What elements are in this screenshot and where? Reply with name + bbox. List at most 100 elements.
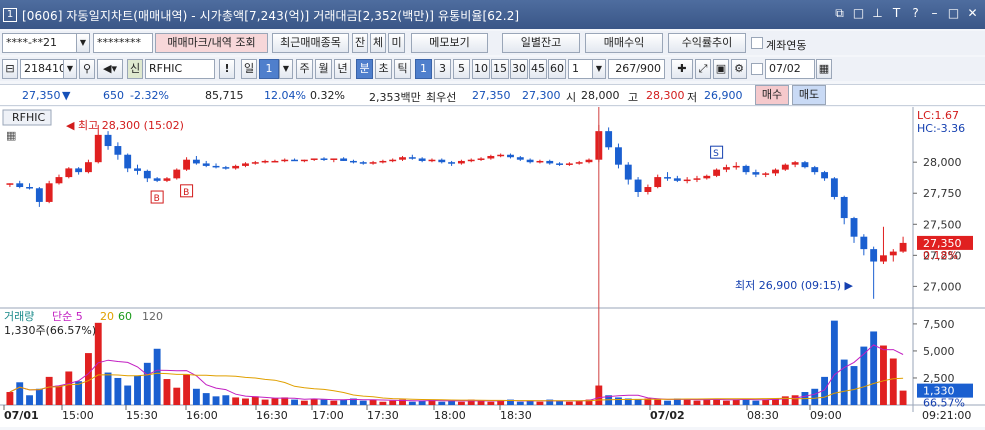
interval-60-button[interactable]: 60	[548, 59, 566, 79]
high-price: 28,300	[646, 89, 685, 102]
candle-body	[821, 172, 829, 179]
buy-button[interactable]: 매수	[755, 85, 789, 105]
volume-bar	[752, 400, 760, 405]
indicator-icon[interactable]: ✚	[671, 59, 693, 79]
volume-bar	[762, 399, 770, 405]
open-price: 28,000	[581, 89, 620, 102]
calendar-icon[interactable]: ▦	[816, 59, 832, 79]
trade-mark-label: B	[183, 188, 189, 198]
interval-1-button[interactable]: 1	[415, 59, 432, 79]
draw-tool-icon[interactable]: ⤢	[695, 59, 711, 79]
window-title: [0606] 자동일지차트(매매내역) - 시가총액[7,243(억)] 거래대…	[22, 9, 520, 23]
close-icon[interactable]: ✕	[966, 6, 979, 21]
volume-bar	[202, 393, 210, 405]
lc-label: LC:1.67	[917, 109, 959, 122]
trade-profit-button[interactable]: 매매수익	[585, 33, 663, 53]
period-minute-button[interactable]: 분	[356, 59, 373, 79]
help-icon[interactable]: ?	[909, 6, 922, 21]
volume-bar	[16, 382, 24, 405]
minimize-icon[interactable]: –	[928, 6, 941, 21]
volume-bar	[850, 366, 858, 405]
font-icon[interactable]: T	[890, 6, 903, 21]
end-time-label: 09:21:00	[922, 409, 971, 422]
pin-icon[interactable]: ⊥	[871, 6, 884, 21]
account-dropdown-icon[interactable]: ▼	[76, 33, 90, 53]
data-range-field[interactable]: 267/900	[608, 59, 665, 79]
balance-button[interactable]: 잔	[352, 33, 368, 53]
date-checkbox[interactable]	[751, 63, 763, 75]
interval-15-button[interactable]: 15	[491, 59, 509, 79]
interval-45-button[interactable]: 45	[529, 59, 547, 79]
candle-body	[104, 134, 112, 147]
interval-10-button[interactable]: 10	[472, 59, 490, 79]
return-trend-button[interactable]: 수익률추이	[668, 33, 746, 53]
candle-body	[722, 167, 730, 170]
candle-body	[693, 178, 701, 180]
maximize-icon[interactable]: □	[947, 6, 960, 21]
period-year-button[interactable]: 년	[334, 59, 351, 79]
search-icon[interactable]: ⚲	[79, 59, 95, 79]
save-icon[interactable]: ▣	[713, 59, 729, 79]
window-new-icon[interactable]: □	[852, 6, 865, 21]
settings-icon[interactable]: ⚙	[731, 59, 747, 79]
candle-body	[153, 178, 161, 181]
period-count-field[interactable]: 1	[259, 59, 279, 79]
price-change-pct: -2.32%	[130, 89, 169, 102]
volume-bar	[242, 398, 249, 405]
low-price: 26,900	[704, 89, 743, 102]
candle-body	[840, 196, 848, 219]
volume-bar	[192, 388, 200, 405]
candle-body	[330, 158, 338, 160]
price-volume-chart[interactable]: 28,00027,75027,50027,25027,000RFHIC▦◀ 최고…	[0, 107, 985, 427]
volume-bar	[300, 400, 308, 405]
volume-bar	[536, 401, 544, 405]
volume-bar	[222, 395, 230, 405]
trade-mark-label: B	[154, 194, 160, 204]
interval-5-button[interactable]: 5	[453, 59, 470, 79]
volume-bar	[261, 399, 269, 405]
candle-body	[801, 162, 809, 168]
period-week-button[interactable]: 주	[296, 59, 313, 79]
volume-bar	[251, 396, 259, 405]
volume-bar	[6, 392, 14, 405]
candle-body	[772, 169, 779, 174]
stock-name-field[interactable]: RFHIC	[145, 59, 215, 79]
period-day-button[interactable]: 일	[241, 59, 257, 79]
speaker-icon[interactable]: ◀▾	[97, 59, 123, 79]
code-search-icon[interactable]: ⊟	[2, 59, 18, 79]
volume-current-label: 1,330주(66.57%)	[4, 324, 96, 337]
volume-bar	[870, 331, 878, 405]
candle-body	[379, 160, 387, 163]
candle-body	[683, 179, 691, 182]
recent-trades-button[interactable]: 최근매매종목	[272, 33, 349, 53]
candle-body	[546, 160, 554, 164]
executed-button[interactable]: 체	[370, 33, 386, 53]
account-link-checkbox[interactable]	[751, 37, 763, 49]
chart-area[interactable]: 28,000 27,750 27,500 27,250 27,000 RFHIC ▦ ◀ 최고…	[0, 107, 985, 427]
code-dropdown-icon[interactable]: ▼	[63, 59, 77, 79]
period-second-button[interactable]: 초	[375, 59, 392, 79]
candle-body	[889, 251, 897, 256]
candle-body	[762, 173, 770, 175]
window-copy-icon[interactable]: ⧉	[833, 6, 846, 21]
interval-30-button[interactable]: 30	[510, 59, 528, 79]
interval-3-button[interactable]: 3	[434, 59, 451, 79]
trade-mark-button[interactable]: 매매마크/내역 조회	[155, 33, 268, 53]
unfilled-button[interactable]: 미	[388, 33, 405, 53]
candle-body	[359, 162, 367, 164]
volume-bar	[379, 401, 387, 405]
period-tick-button[interactable]: 틱	[394, 59, 411, 79]
period-month-button[interactable]: 월	[315, 59, 332, 79]
volume-tick-label: 2,500	[923, 372, 955, 385]
sell-button[interactable]: 매도	[792, 85, 826, 105]
period-dropdown-icon[interactable]: ▼	[279, 59, 293, 79]
memo-button[interactable]: 메모보기	[411, 33, 488, 53]
alert-icon[interactable]: !	[219, 59, 235, 79]
candle-body	[664, 177, 671, 179]
date-field[interactable]: 07/02	[765, 59, 815, 79]
password-field[interactable]: ********	[93, 33, 153, 53]
volume-bar	[35, 388, 43, 405]
daily-balance-button[interactable]: 일별잔고	[502, 33, 580, 53]
interval-dropdown-icon[interactable]: ▼	[592, 59, 606, 79]
candle-body	[261, 160, 269, 163]
